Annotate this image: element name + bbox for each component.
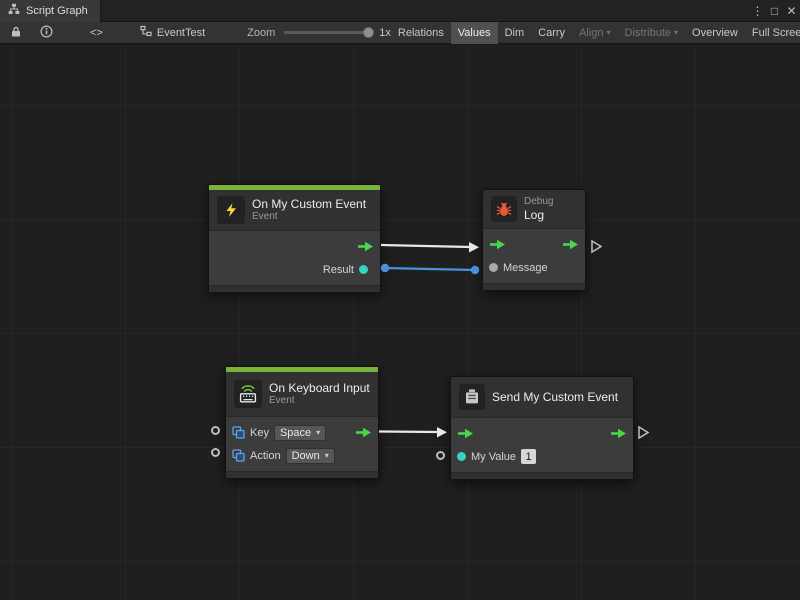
flow-wire-keyboard-to-send — [379, 427, 447, 438]
node-on-my-custom-event[interactable]: On My Custom Event Event Result — [208, 184, 381, 293]
align-label: Align — [579, 27, 603, 39]
info-button[interactable] — [36, 22, 57, 44]
carry-button[interactable]: Carry — [531, 22, 572, 44]
value-input-port[interactable] — [489, 263, 498, 272]
chevron-down-icon: ▾ — [316, 428, 320, 437]
node-subtitle: Event — [269, 395, 370, 407]
code-toggle-button[interactable]: <> — [83, 22, 110, 44]
distribute-label: Distribute — [625, 27, 671, 39]
zoom-slider-thumb[interactable] — [363, 27, 374, 38]
flow-input-port[interactable] — [457, 428, 474, 439]
continuation-triangle-icon — [639, 427, 648, 438]
enum-icon — [232, 426, 245, 439]
zoom-value: 1x — [379, 27, 391, 39]
event-machine-icon — [459, 384, 485, 410]
chevron-down-icon: ▾ — [607, 28, 611, 37]
graph-name: EventTest — [157, 27, 205, 39]
values-button[interactable]: Values — [451, 22, 498, 44]
node-footer — [209, 285, 380, 292]
chevron-down-icon: ▾ — [674, 28, 678, 37]
node-footer — [483, 283, 585, 290]
node-header: On My Custom Event Event — [209, 190, 380, 231]
zoom-slider[interactable] — [284, 31, 372, 34]
dim-button[interactable]: Dim — [498, 22, 532, 44]
tab-script-graph[interactable]: Script Graph — [0, 0, 101, 22]
script-graph-icon — [8, 3, 20, 18]
relations-button[interactable]: Relations — [391, 22, 451, 44]
port-label-message: Message — [503, 262, 548, 274]
distribute-dropdown[interactable]: Distribute ▾ — [618, 22, 685, 44]
graph-toolbar: <> EventTest Zoom 1x Relations Values Di… — [0, 22, 800, 44]
lock-button[interactable] — [6, 22, 26, 44]
node-title: Send My Custom Event — [492, 390, 618, 404]
lightning-icon — [217, 196, 245, 224]
flow-wire-customevent-to-log — [381, 242, 479, 253]
node-send-my-custom-event[interactable]: Send My Custom Event My Value 1 — [450, 376, 634, 480]
window-menu-button[interactable]: ⋮ — [749, 0, 766, 22]
node-header: On Keyboard Input Event — [226, 372, 378, 417]
node-header: Debug Log — [483, 190, 585, 229]
node-group: Debug — [524, 196, 553, 208]
node-body: Key Space ▾ Action Down ▾ — [226, 417, 378, 471]
node-header: Send My Custom Event — [451, 377, 633, 418]
node-footer — [451, 472, 633, 479]
key-value: Space — [280, 427, 311, 439]
node-body: Message — [483, 229, 585, 283]
flow-input-port[interactable] — [489, 239, 506, 250]
node-on-keyboard-input[interactable]: On Keyboard Input Event Key Space ▾ — [225, 366, 379, 479]
node-body: Result — [209, 231, 380, 285]
enum-icon — [232, 449, 245, 462]
action-input-port[interactable] — [211, 448, 220, 457]
value-wire-result-to-message — [381, 264, 479, 274]
fullscreen-button[interactable]: Full Screen — [745, 22, 800, 44]
continuation-triangle-icon — [592, 241, 601, 252]
node-debug-log[interactable]: Debug Log Message — [482, 189, 586, 291]
port-label-result: Result — [323, 264, 354, 276]
action-value: Down — [292, 450, 320, 462]
key-value-dropdown[interactable]: Space ▾ — [274, 425, 326, 441]
port-label-action: Action — [250, 450, 281, 462]
port-label-my-value: My Value — [471, 451, 516, 463]
node-title: Log — [524, 208, 553, 222]
overview-button[interactable]: Overview — [685, 22, 745, 44]
wires-layer — [0, 45, 800, 600]
node-title: On My Custom Event — [252, 197, 366, 211]
lock-icon — [10, 25, 22, 41]
my-value-input-port[interactable] — [436, 451, 445, 460]
graph-breadcrumb[interactable]: EventTest — [140, 25, 205, 40]
keyboard-icon — [234, 380, 262, 408]
info-icon — [40, 25, 53, 41]
bug-icon — [491, 196, 517, 222]
window-close-button[interactable]: ✕ — [783, 0, 800, 22]
flow-output-port[interactable] — [610, 428, 627, 439]
window-titlebar: Script Graph ⋮ □ ✕ — [0, 0, 800, 22]
zoom-control: Zoom 1x — [247, 27, 391, 39]
node-subtitle: Event — [252, 211, 366, 223]
value-input-port[interactable] — [457, 452, 466, 461]
node-body: My Value 1 — [451, 418, 633, 472]
my-value-field[interactable]: 1 — [521, 449, 536, 464]
action-value-dropdown[interactable]: Down ▾ — [286, 448, 335, 464]
node-title: On Keyboard Input — [269, 381, 370, 395]
flow-output-port[interactable] — [357, 241, 374, 252]
tab-title: Script Graph — [26, 5, 88, 17]
flow-output-port[interactable] — [355, 427, 372, 438]
window-maximize-button[interactable]: □ — [766, 0, 783, 22]
chevron-down-icon: ▾ — [325, 451, 329, 460]
port-label-key: Key — [250, 427, 269, 439]
graph-asset-icon — [140, 25, 152, 40]
graph-canvas[interactable]: On My Custom Event Event Result — [0, 45, 800, 600]
node-footer — [226, 471, 378, 478]
flow-output-port[interactable] — [562, 239, 579, 250]
key-input-port[interactable] — [211, 426, 220, 435]
value-output-port[interactable] — [359, 265, 368, 274]
zoom-label: Zoom — [247, 27, 275, 39]
toolbar-toggle-group: Relations Values Dim Carry Align ▾ Distr… — [391, 22, 800, 44]
align-dropdown[interactable]: Align ▾ — [572, 22, 617, 44]
